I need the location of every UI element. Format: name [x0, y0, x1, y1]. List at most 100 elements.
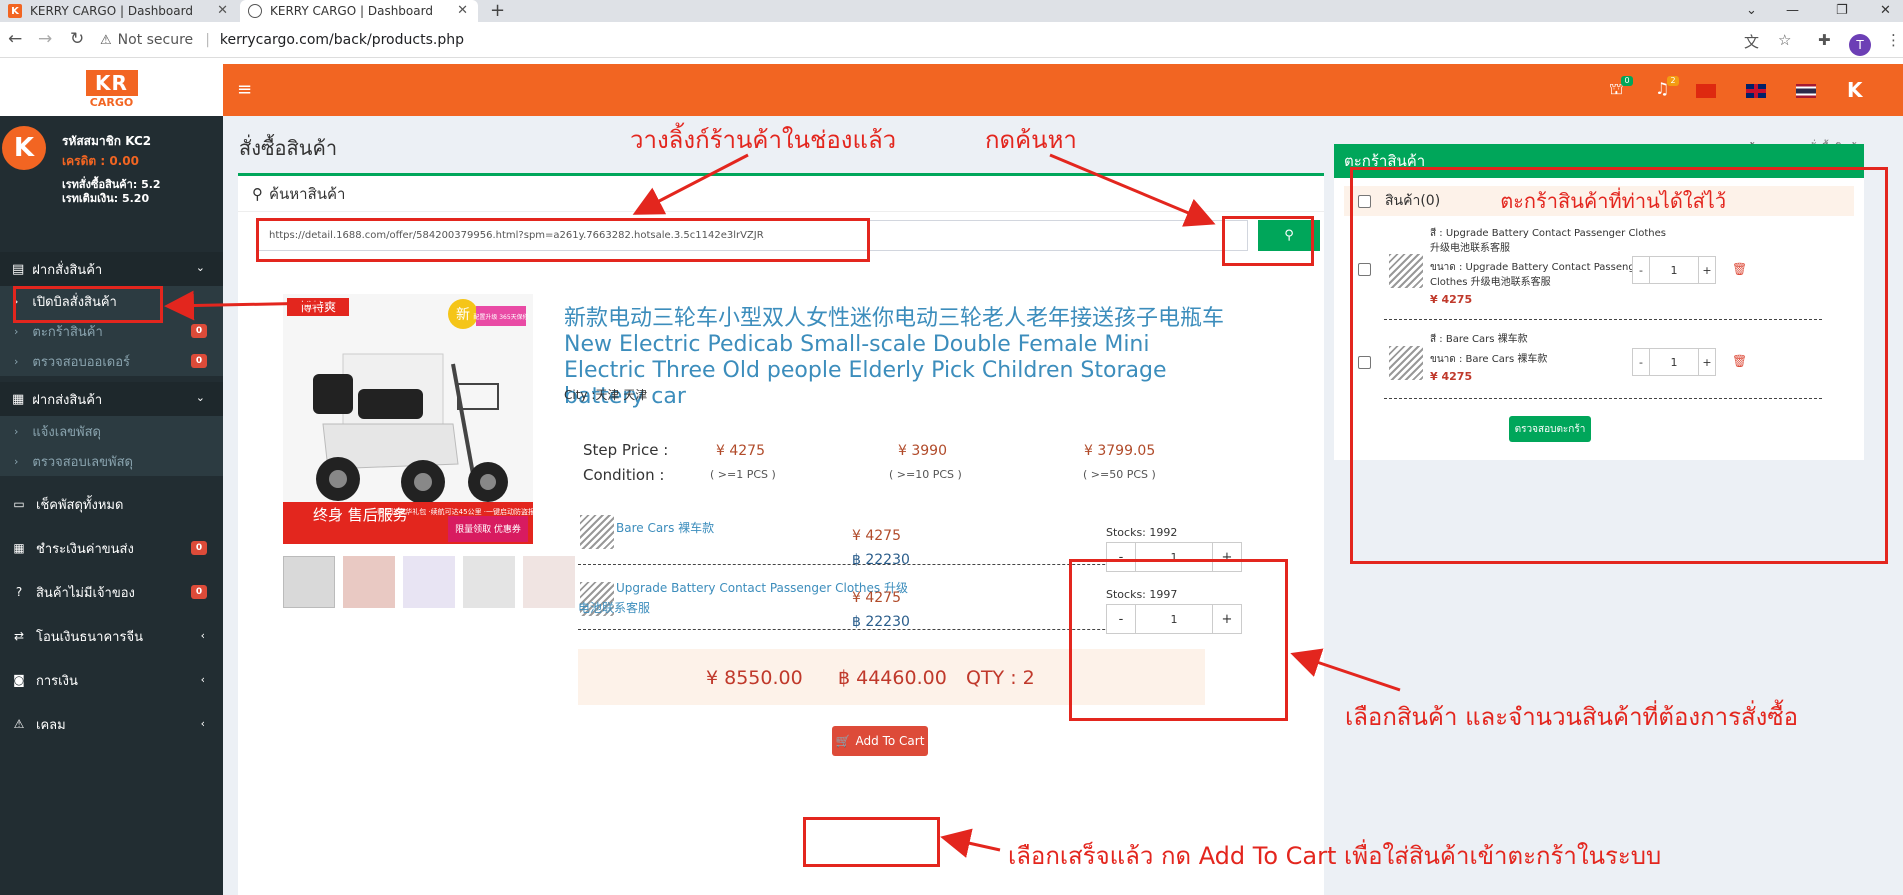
- sidebar-item-finance[interactable]: ◙ การเงิน ‹: [0, 660, 223, 700]
- product-thumbnail[interactable]: [463, 556, 515, 608]
- search-panel-header: ⚲ ค้นหาสินค้า: [238, 176, 1324, 212]
- close-tab-icon[interactable]: ✕: [457, 3, 468, 18]
- uk-flag-icon[interactable]: [1746, 84, 1766, 98]
- plus-icon[interactable]: +: [490, 0, 505, 22]
- thai-flag-icon[interactable]: [1796, 84, 1816, 98]
- chevron-right-icon: ›: [14, 454, 19, 468]
- sidebar-item-label: เคลม: [36, 717, 66, 733]
- annotation-box-open-bill: [13, 286, 163, 323]
- add-to-cart-button[interactable]: 🛒 Add To Cart: [832, 726, 928, 756]
- search-panel: ⚲ ค้นหาสินค้า https://detail.1688.com/of…: [238, 173, 1324, 895]
- cart-icon: 🛒: [835, 734, 851, 748]
- address-bar: ← → ↻ ⚠ Not secure | kerrycargo.com/back…: [0, 22, 1903, 58]
- user-panel: K รหัสสมาชิก KC2 เครดิต : 0.00 เรทสั่งซื…: [0, 122, 223, 212]
- step-condition: ( >=1 PCS ): [710, 468, 776, 481]
- variant-name[interactable]: Bare Cars 裸车款: [616, 518, 714, 538]
- exchange-icon: ⇄: [13, 629, 25, 643]
- variant-stock: Stocks: 1992: [1106, 526, 1178, 539]
- menu-dots-icon[interactable]: ⋮: [1886, 31, 1901, 49]
- variant-thumbnail: [580, 515, 614, 549]
- sidebar-item-pay-shipping[interactable]: ▦ ชำระเงินค่าขนส่ง 0: [0, 528, 223, 568]
- browser-tab-title: KERRY CARGO | Dashboard: [30, 4, 193, 18]
- chevron-left-icon: ‹: [200, 717, 205, 730]
- browser-tab-1[interactable]: K KERRY CARGO | Dashboard ✕: [0, 0, 238, 22]
- extensions-icon[interactable]: ✚: [1818, 31, 1831, 49]
- product-thumbnail[interactable]: [403, 556, 455, 608]
- notification-badge: 2: [1667, 76, 1679, 86]
- condition-label: Condition :: [583, 466, 665, 484]
- chevron-right-icon: ›: [14, 354, 19, 368]
- kerry-cargo-logo: KR CARGO: [85, 70, 138, 110]
- search-icon: ⚲: [252, 184, 263, 203]
- sidebar-item-all-parcels[interactable]: ▭ เช็คพัสดุทั้งหมด: [0, 484, 223, 524]
- warning-icon: ⚠: [13, 717, 25, 731]
- annotation-box-search: [1222, 216, 1314, 266]
- document-icon: ▦: [12, 391, 25, 407]
- step-price: ¥ 3990: [898, 443, 947, 459]
- step-condition: ( >=50 PCS ): [1083, 468, 1156, 481]
- star-icon[interactable]: ☆: [1778, 31, 1791, 49]
- chevron-left-icon: ‹: [200, 629, 205, 642]
- menu-section-ship[interactable]: ▦ ฝากส่งสินค้า ⌄: [0, 382, 223, 416]
- annotation-press-search: กดค้นหา: [985, 126, 1077, 154]
- sidebar-item-claim[interactable]: ⚠ เคลม ‹: [0, 704, 223, 744]
- sidebar-item-unowned[interactable]: ? สินค้าไม่มีเจ้าของ 0: [0, 572, 223, 612]
- product-thumbnail[interactable]: [343, 556, 395, 608]
- menu-section-order[interactable]: ▤ ฝากสั่งสินค้า ⌄: [0, 252, 223, 286]
- product-thumbnail[interactable]: [523, 556, 575, 608]
- image-footer-right: 限量领取 优惠券: [455, 523, 521, 535]
- page-title: สั่งซื้อสินค้า: [239, 136, 338, 160]
- count-badge: 0: [191, 354, 207, 368]
- restore-icon[interactable]: ❐: [1836, 0, 1848, 22]
- sidebar-item-label: ตรวจสอบออเดอร์: [32, 354, 131, 370]
- search-panel-title: ค้นหาสินค้า: [269, 184, 346, 203]
- sidebar-item-label: โอนเงินธนาคารจีน: [36, 629, 143, 645]
- annotation-paste-link: วางลิ้งก์ร้านค้าในช่องแล้ว: [630, 126, 897, 154]
- reload-icon[interactable]: ↻: [70, 29, 84, 49]
- sidebar-item-check-order[interactable]: › ตรวจสอบออเดอร์ 0: [0, 346, 223, 376]
- sidebar: KR CARGO K รหัสสมาชิก KC2 เครดิต : 0.00 …: [0, 64, 223, 895]
- warning-icon: ⚠: [100, 32, 112, 48]
- close-tab-icon[interactable]: ✕: [217, 3, 228, 18]
- close-window-icon[interactable]: ✕: [1880, 0, 1891, 22]
- product-title: 新款电动三轮车小型双人女性迷你电动三轮老人老年接送孩子电瓶车New Electr…: [564, 306, 1225, 409]
- url-field[interactable]: ⚠ Not secure | kerrycargo.com/back/produ…: [100, 28, 1740, 52]
- sidebar-item-label: ชำระเงินค่าขนส่ง: [36, 541, 134, 557]
- sidebar-item-label: การเงิน: [36, 673, 78, 689]
- browser-tab-2[interactable]: KERRY CARGO | Dashboard ✕: [240, 0, 478, 22]
- top-navbar: ≡ ⛫ 0 ♫ 2 K: [223, 64, 1903, 116]
- sidebar-item-label: เช็คพัสดุทั้งหมด: [36, 497, 124, 513]
- china-flag-icon[interactable]: [1696, 84, 1716, 98]
- hamburger-menu-icon[interactable]: ≡: [237, 79, 252, 100]
- url-text: kerrycargo.com/back/products.php: [219, 32, 464, 48]
- money-icon: ◙: [13, 673, 25, 687]
- add-to-cart-label: Add To Cart: [855, 734, 925, 748]
- question-icon: ?: [15, 585, 23, 599]
- image-new-badge: 新: [456, 307, 470, 323]
- count-badge: 0: [191, 541, 207, 555]
- step-price: ¥ 3799.05: [1084, 443, 1156, 459]
- annotation-box-url: [256, 218, 870, 262]
- forward-icon[interactable]: →: [38, 29, 52, 49]
- total-thb: ฿ 44460.00: [838, 667, 947, 689]
- logo-area[interactable]: KR CARGO: [0, 64, 223, 116]
- sidebar-item-china-transfer[interactable]: ⇄ โอนเงินธนาคารจีน ‹: [0, 616, 223, 656]
- product-main-image: 博特爽 新 配置升级 365天保修 终身 售后服务 ·购车送豪华礼包 ·续航可达…: [283, 294, 533, 544]
- kerry-logo-icon[interactable]: K: [1847, 78, 1863, 102]
- translate-icon[interactable]: 文: [1744, 31, 1759, 52]
- minimize-icon[interactable]: —: [1786, 0, 1799, 22]
- user-avatar: K: [2, 126, 46, 170]
- image-badge-sub: 配置升级 365天保修: [473, 313, 528, 321]
- tab-search-icon[interactable]: ⌄: [1746, 0, 1757, 22]
- profile-avatar[interactable]: T: [1849, 34, 1871, 56]
- sidebar-item-check-parcel[interactable]: › ตรวจสอบเลขพัสดุ: [0, 446, 223, 476]
- menu-section-label: ฝากส่งสินค้า: [32, 392, 103, 408]
- product-thumbnail[interactable]: [283, 556, 335, 608]
- back-icon[interactable]: ←: [8, 29, 22, 49]
- count-badge: 0: [191, 324, 207, 338]
- sidebar-item-label: ตรวจสอบเลขพัสดุ: [32, 454, 133, 470]
- sidebar-item-report-parcel[interactable]: › แจ้งเลขพัสดุ: [0, 416, 223, 446]
- chevron-right-icon: ›: [14, 424, 19, 438]
- annotation-box-cart: [1350, 167, 1888, 564]
- step-price-label: Step Price :: [583, 441, 669, 459]
